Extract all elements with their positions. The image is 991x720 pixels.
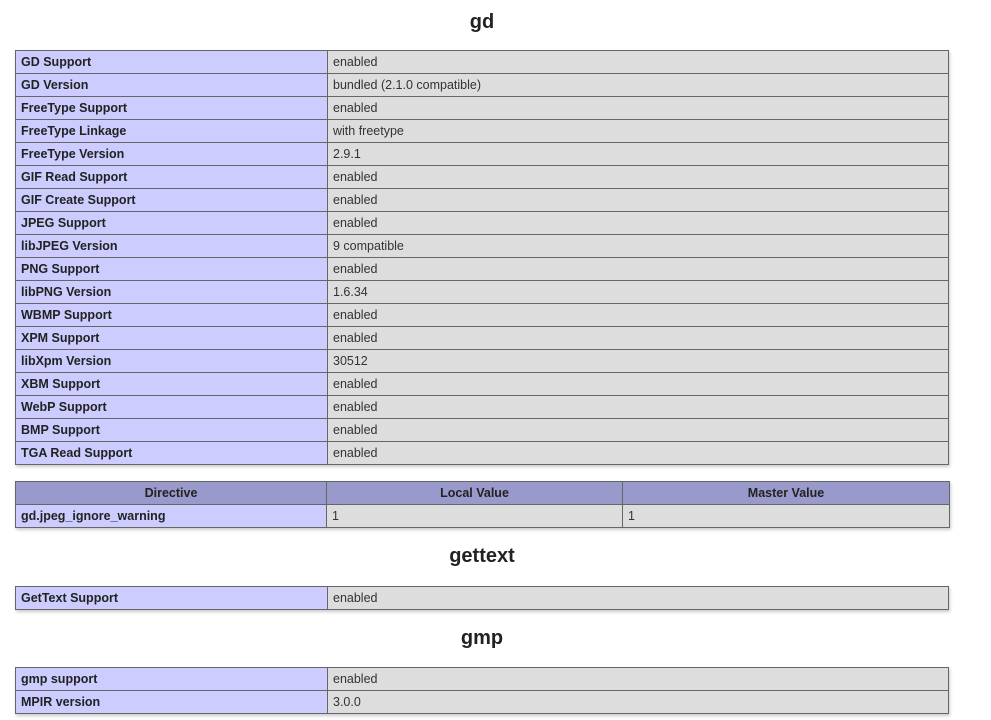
directive-name: gd.jpeg_ignore_warning [15, 504, 327, 528]
row-value: enabled [327, 667, 949, 691]
row-value: enabled [327, 257, 949, 281]
row-label: XBM Support [15, 372, 328, 396]
section-title-gettext: gettext [449, 545, 515, 567]
row-label: TGA Read Support [15, 441, 328, 465]
row-label: XPM Support [15, 326, 328, 350]
row-value: 2.9.1 [327, 142, 949, 166]
row-label: JPEG Support [15, 211, 328, 235]
row-value: enabled [327, 188, 949, 212]
row-value: enabled [327, 418, 949, 442]
row-label: BMP Support [15, 418, 328, 442]
table-row: WBMP Support enabled [15, 303, 949, 327]
table-row: GetText Support enabled [15, 586, 949, 610]
row-label: WBMP Support [15, 303, 328, 327]
gd-directives-table: Directive Local Value Master Value gd.jp… [15, 481, 950, 528]
row-value: enabled [327, 372, 949, 396]
row-label: GetText Support [15, 586, 328, 610]
row-value: enabled [327, 165, 949, 189]
row-label: GD Support [15, 50, 328, 74]
row-value: 3.0.0 [327, 690, 949, 714]
table-row: libPNG Version 1.6.34 [15, 280, 949, 304]
phpinfo-content: gd GD Support enabled GD Version bundled (2… [15, 0, 950, 714]
table-row: libXpm Version 30512 [15, 349, 949, 373]
row-value: enabled [327, 50, 949, 74]
row-value: bundled (2.1.0 compatible) [327, 73, 949, 97]
row-label: FreeType Version [15, 142, 328, 166]
header-master-value: Master Value [622, 481, 950, 505]
row-value: 1.6.34 [327, 280, 949, 304]
header-local-value: Local Value [326, 481, 623, 505]
table-row: libJPEG Version 9 compatible [15, 234, 949, 258]
table-row: FreeType Linkage with freetype [15, 119, 949, 143]
row-label: libPNG Version [15, 280, 328, 304]
row-label: gmp support [15, 667, 328, 691]
gettext-info-table: GetText Support enabled [15, 586, 949, 610]
section-title-gd: gd [469, 11, 495, 33]
directive-master-value: 1 [622, 504, 950, 528]
row-value: enabled [327, 303, 949, 327]
table-row: MPIR version 3.0.0 [15, 690, 949, 714]
table-row: GD Version bundled (2.1.0 compatible) [15, 73, 949, 97]
row-label: MPIR version [15, 690, 328, 714]
table-row: FreeType Support enabled [15, 96, 949, 120]
row-label: GIF Read Support [15, 165, 328, 189]
row-label: GIF Create Support [15, 188, 328, 212]
table-row: GD Support enabled [15, 50, 949, 74]
table-row: XPM Support enabled [15, 326, 949, 350]
table-row: BMP Support enabled [15, 418, 949, 442]
table-row: GIF Create Support enabled [15, 188, 949, 212]
row-value: with freetype [327, 119, 949, 143]
row-label: WebP Support [15, 395, 328, 419]
table-row: TGA Read Support enabled [15, 441, 949, 465]
row-value: enabled [327, 395, 949, 419]
row-label: GD Version [15, 73, 328, 97]
gd-info-table: GD Support enabled GD Version bundled (2.1.… [15, 50, 949, 465]
table-row: XBM Support enabled [15, 372, 949, 396]
row-label: PNG Support [15, 257, 328, 281]
row-value: 9 compatible [327, 234, 949, 258]
header-directive: Directive [15, 481, 327, 505]
directive-header-row: Directive Local Value Master Value [15, 481, 950, 505]
table-row: GIF Read Support enabled [15, 165, 949, 189]
row-label: FreeType Linkage [15, 119, 328, 143]
row-label: FreeType Support [15, 96, 328, 120]
gmp-info-table: gmp support enabled MPIR version 3.0.0 [15, 667, 949, 714]
row-value: enabled [327, 211, 949, 235]
section-title-gmp: gmp [460, 627, 504, 649]
table-row: FreeType Version 2.9.1 [15, 142, 949, 166]
row-label: libXpm Version [15, 349, 328, 373]
table-row: WebP Support enabled [15, 395, 949, 419]
row-value: enabled [327, 96, 949, 120]
row-value: enabled [327, 326, 949, 350]
row-label: libJPEG Version [15, 234, 328, 258]
row-value: enabled [327, 586, 949, 610]
row-value: enabled [327, 441, 949, 465]
table-row: gmp support enabled [15, 667, 949, 691]
table-row: PNG Support enabled [15, 257, 949, 281]
row-value: 30512 [327, 349, 949, 373]
table-row: JPEG Support enabled [15, 211, 949, 235]
directive-row: gd.jpeg_ignore_warning 1 1 [15, 504, 950, 528]
directive-local-value: 1 [326, 504, 623, 528]
